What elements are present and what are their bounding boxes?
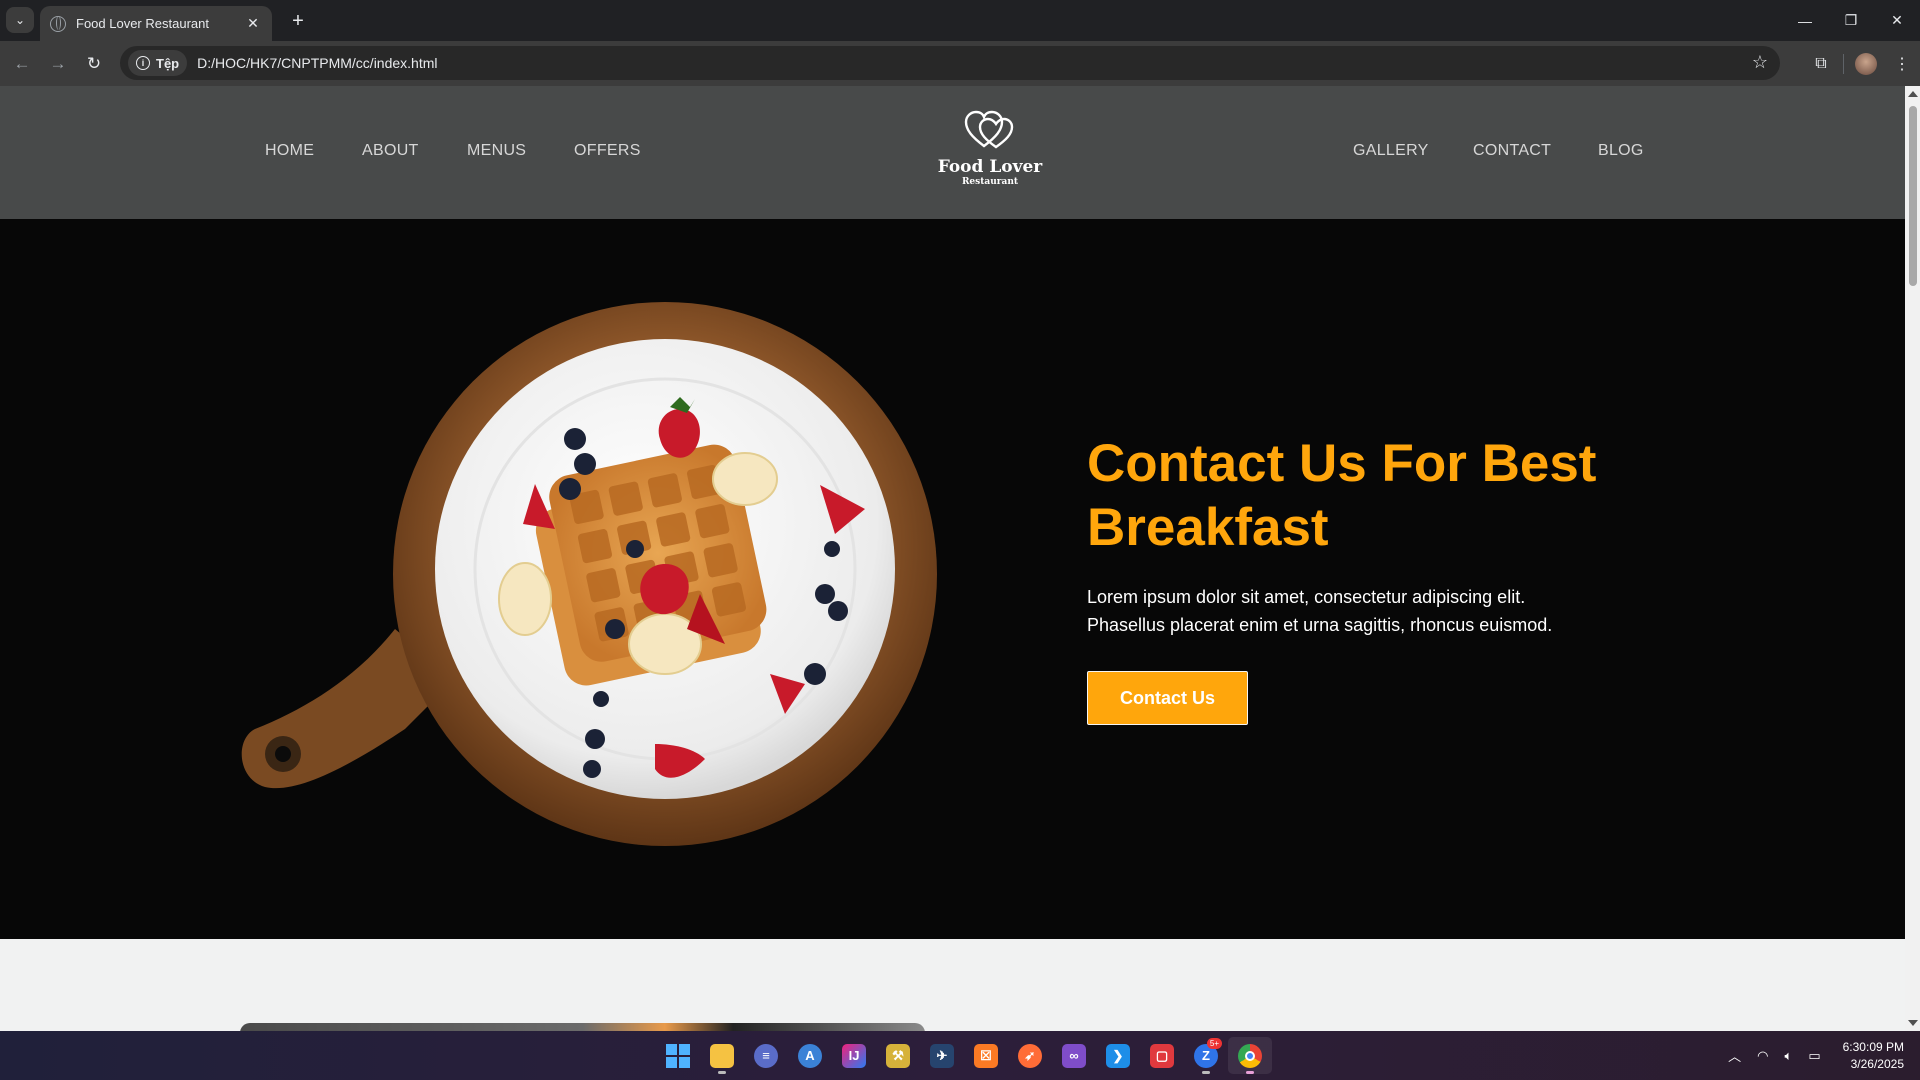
intellij-icon[interactable]: IJ [832, 1037, 876, 1074]
browser-toolbar: ← → ↻ i Tệp D:/HOC/HK7/CNPTPMM/cc/index.… [0, 41, 1920, 86]
site-info-chip[interactable]: i Tệp [128, 50, 188, 76]
postman-icon[interactable]: ➶ [1008, 1037, 1052, 1074]
nav-home[interactable]: HOME [265, 142, 314, 160]
windows-logo-icon [666, 1043, 690, 1068]
active-indicator [718, 1071, 726, 1074]
hero-description: Lorem ipsum dolor sit amet, consectetur … [1087, 583, 1647, 639]
database-icon: ✈ [930, 1043, 954, 1068]
minimize-icon[interactable]: — [1782, 0, 1828, 41]
nav-gallery[interactable]: GALLERY [1353, 142, 1429, 160]
window-controls: — ❐ ✕ [1782, 0, 1920, 41]
sourcetree-icon[interactable]: ⚒ [876, 1037, 920, 1074]
close-tab-icon[interactable]: ✕ [244, 15, 262, 32]
page-scrollbar[interactable] [1905, 86, 1920, 1031]
hero-title: Contact Us For Best Breakfast [1087, 434, 1597, 557]
android-studio-icon[interactable]: A [788, 1037, 832, 1074]
notification-badge: 5+ [1206, 1038, 1222, 1049]
office-icon[interactable]: ▢ [1140, 1037, 1184, 1074]
chrome-logo-icon [1238, 1043, 1262, 1068]
globe-icon [50, 15, 66, 32]
nav-blog[interactable]: BLOG [1598, 142, 1644, 160]
system-tray: ︿ ◠ 🔈︎ ▭ 6:30:09 PM 3/26/2025 [1720, 1031, 1904, 1080]
tab-title: Food Lover Restaurant [76, 16, 209, 31]
app-launcher-icon[interactable]: ≡ [744, 1037, 788, 1074]
forward-icon[interactable]: → [44, 50, 72, 78]
taskbar-apps: ≡ A IJ ⚒ ✈ ☒ ➶ ∞ ❯ ▢ Z 5+ [656, 1037, 1272, 1074]
waffle-plate-image [241, 302, 937, 846]
reload-icon[interactable]: ↻ [80, 50, 108, 78]
chevron-up-icon[interactable]: ︿ [1728, 1046, 1741, 1065]
browser-tab[interactable]: Food Lover Restaurant ✕ [40, 6, 272, 41]
hero-description-line-2: Phasellus placerat enim et urna sagittis… [1087, 615, 1553, 635]
clock-time: 6:30:09 PM [1842, 1039, 1904, 1054]
ssms-icon[interactable]: ✈ [920, 1037, 964, 1074]
contact-us-button[interactable]: Contact Us [1087, 671, 1248, 725]
heart-logo-icon [964, 110, 1014, 149]
page-viewport: HOME ABOUT MENUS OFFERS Food Lover Resta… [0, 86, 1905, 1031]
vscode-icon[interactable]: ❯ [1096, 1037, 1140, 1074]
nav-about[interactable]: ABOUT [362, 142, 419, 160]
code-icon: ❯ [1106, 1043, 1130, 1068]
ij-icon: IJ [842, 1043, 866, 1068]
extensions-icon[interactable]: ⧉ [1803, 55, 1839, 73]
tree-icon: ⚒ [886, 1043, 910, 1068]
toolbar-actions: ⧉ ⋮ [1803, 41, 1920, 86]
clock[interactable]: 6:30:09 PM 3/26/2025 [1843, 1039, 1904, 1073]
menu-kebab-icon[interactable]: ⋮ [1884, 54, 1920, 74]
active-indicator [1202, 1071, 1210, 1074]
profile-avatar[interactable] [1848, 52, 1884, 75]
logo-subtitle: Restaurant [961, 177, 1019, 187]
nav-offers[interactable]: OFFERS [574, 142, 641, 160]
site-header: HOME ABOUT MENUS OFFERS Food Lover Resta… [0, 86, 1905, 219]
next-section [0, 939, 1905, 1031]
folder-icon [710, 1043, 734, 1068]
zalo-icon[interactable]: Z 5+ [1184, 1037, 1228, 1074]
info-icon: i [136, 56, 150, 70]
visual-studio-icon[interactable]: ∞ [1052, 1037, 1096, 1074]
new-tab-button[interactable]: + [284, 8, 312, 34]
active-indicator [1246, 1071, 1254, 1074]
address-bar[interactable]: i Tệp D:/HOC/HK7/CNPTPMM/cc/index.html ☆ [120, 46, 1780, 80]
xampp-logo-icon: ☒ [974, 1043, 998, 1068]
compass-icon: A [798, 1043, 822, 1068]
scroll-thumb[interactable] [1909, 106, 1917, 286]
url-text: D:/HOC/HK7/CNPTPMM/cc/index.html [197, 55, 438, 71]
xampp-icon[interactable]: ☒ [964, 1037, 1008, 1074]
close-window-icon[interactable]: ✕ [1874, 0, 1920, 41]
windows-taskbar: ≡ A IJ ⚒ ✈ ☒ ➶ ∞ ❯ ▢ Z 5+ ︿ ◠ 🔈︎ ▭ 6:30:0… [0, 1031, 1920, 1080]
logo-title: Food Lover [937, 157, 1043, 177]
clock-date: 3/26/2025 [1850, 1056, 1904, 1071]
site-logo[interactable]: Food Lover Restaurant [930, 110, 1050, 187]
chrome-icon[interactable] [1228, 1037, 1272, 1074]
nav-contact[interactable]: CONTACT [1473, 142, 1551, 160]
launcher-icon: ≡ [754, 1043, 778, 1068]
site-chip-label: Tệp [156, 55, 180, 71]
next-section-image-edge [240, 1023, 925, 1031]
tab-search-icon[interactable]: ⌄ [6, 7, 34, 33]
avatar [1855, 52, 1877, 75]
document-icon: ▢ [1150, 1043, 1174, 1068]
battery-icon[interactable]: ▭ [1808, 1048, 1820, 1064]
back-icon[interactable]: ← [8, 50, 36, 78]
scroll-up-icon[interactable] [1908, 91, 1918, 97]
vs-icon: ∞ [1062, 1043, 1086, 1068]
scroll-down-icon[interactable] [1908, 1020, 1918, 1026]
browser-tabstrip: ⌄ Food Lover Restaurant ✕ + — ❐ ✕ [0, 0, 1920, 41]
hero-description-line-1: Lorem ipsum dolor sit amet, consectetur … [1087, 587, 1526, 607]
hero-section: Contact Us For Best Breakfast Lorem ipsu… [0, 219, 1905, 939]
wifi-icon[interactable]: ◠ [1757, 1048, 1768, 1064]
volume-muted-icon[interactable]: 🔈︎ [1785, 1048, 1793, 1064]
windows-start-icon[interactable] [656, 1037, 700, 1074]
bookmark-star-icon[interactable]: ☆ [1752, 52, 1768, 73]
restore-icon[interactable]: ❐ [1828, 0, 1874, 41]
nav-menus[interactable]: MENUS [467, 142, 526, 160]
rocket-icon: ➶ [1018, 1043, 1042, 1068]
toolbar-divider [1843, 53, 1844, 74]
file-explorer-icon[interactable] [700, 1037, 744, 1074]
